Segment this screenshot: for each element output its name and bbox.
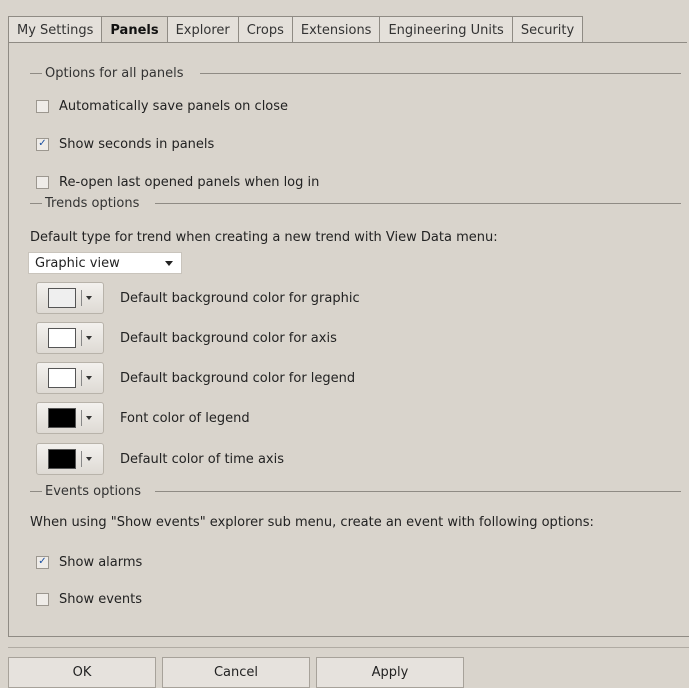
color-picker-button[interactable] xyxy=(36,362,104,394)
select-value: Graphic view xyxy=(35,255,120,271)
option-label: Show events xyxy=(59,591,143,607)
chevron-down-icon xyxy=(86,336,92,340)
footer-divider xyxy=(8,636,689,637)
color-picker-button[interactable] xyxy=(36,443,104,475)
checkbox[interactable]: ✓ xyxy=(36,555,49,569)
color-label: Default background color for axis xyxy=(120,330,337,346)
color-row-time-axis: Default color of time axis xyxy=(36,443,284,475)
option-label: Show seconds in panels xyxy=(59,136,215,152)
option-reopen-panels[interactable]: Re-open last opened panels when log in xyxy=(36,172,319,192)
chevron-down-icon xyxy=(86,457,92,461)
ok-button[interactable]: OK xyxy=(8,657,156,688)
tab-explorer[interactable]: Explorer xyxy=(167,16,239,43)
tab-engineering-units[interactable]: Engineering Units xyxy=(380,16,513,43)
checkbox[interactable]: ✓ xyxy=(36,137,49,151)
footer-divider xyxy=(8,647,689,648)
color-swatch xyxy=(48,408,76,428)
chevron-down-icon xyxy=(86,296,92,300)
color-row-legend-font: Font color of legend xyxy=(36,402,250,434)
option-label: Re-open last opened panels when log in xyxy=(59,174,320,190)
tab-crops[interactable]: Crops xyxy=(238,16,293,43)
color-label: Font color of legend xyxy=(120,410,250,426)
option-show-seconds[interactable]: ✓ Show seconds in panels xyxy=(36,134,214,154)
color-picker-button[interactable] xyxy=(36,402,104,434)
color-row-axis-bg: Default background color for axis xyxy=(36,322,337,354)
option-show-events[interactable]: Show events xyxy=(36,589,142,609)
tab-my-settings[interactable]: My Settings xyxy=(8,16,103,43)
color-swatch xyxy=(48,368,76,388)
color-row-graphic-bg: Default background color for graphic xyxy=(36,282,360,314)
color-swatch xyxy=(48,288,76,308)
checkbox[interactable] xyxy=(36,99,49,113)
color-label: Default background color for legend xyxy=(120,370,356,386)
color-picker-button[interactable] xyxy=(36,282,104,314)
tab-panels[interactable]: Panels xyxy=(102,16,168,43)
color-swatch xyxy=(48,449,76,469)
default-trend-type-label: Default type for trend when creating a n… xyxy=(30,230,498,245)
group-divider xyxy=(155,203,681,204)
default-trend-type-select[interactable]: Graphic view xyxy=(28,252,182,274)
option-show-alarms[interactable]: ✓ Show alarms xyxy=(36,552,142,572)
group-title-trends: Trends options xyxy=(30,194,139,212)
chevron-down-icon xyxy=(86,416,92,420)
option-label: Automatically save panels on close xyxy=(59,98,289,114)
apply-button[interactable]: Apply xyxy=(316,657,464,688)
color-swatch xyxy=(48,328,76,348)
checkbox[interactable] xyxy=(36,175,49,189)
checkbox[interactable] xyxy=(36,592,49,606)
cancel-button[interactable]: Cancel xyxy=(162,657,310,688)
chevron-down-icon xyxy=(165,260,173,266)
group-divider xyxy=(155,491,681,492)
events-description: When using "Show events" explorer sub me… xyxy=(30,515,594,530)
group-divider xyxy=(200,73,681,74)
option-auto-save[interactable]: Automatically save panels on close xyxy=(36,96,288,116)
tab-bar: My Settings Panels Explorer Crops Extens… xyxy=(8,16,584,43)
color-label: Default background color for graphic xyxy=(120,290,360,306)
option-label: Show alarms xyxy=(59,554,143,570)
color-label: Default color of time axis xyxy=(120,451,284,467)
color-row-legend-bg: Default background color for legend xyxy=(36,362,355,394)
tab-security[interactable]: Security xyxy=(512,16,584,43)
group-title-panels: Options for all panels xyxy=(30,64,183,82)
group-title-events: Events options xyxy=(30,482,141,500)
chevron-down-icon xyxy=(86,376,92,380)
color-picker-button[interactable] xyxy=(36,322,104,354)
tab-extensions[interactable]: Extensions xyxy=(292,16,381,43)
